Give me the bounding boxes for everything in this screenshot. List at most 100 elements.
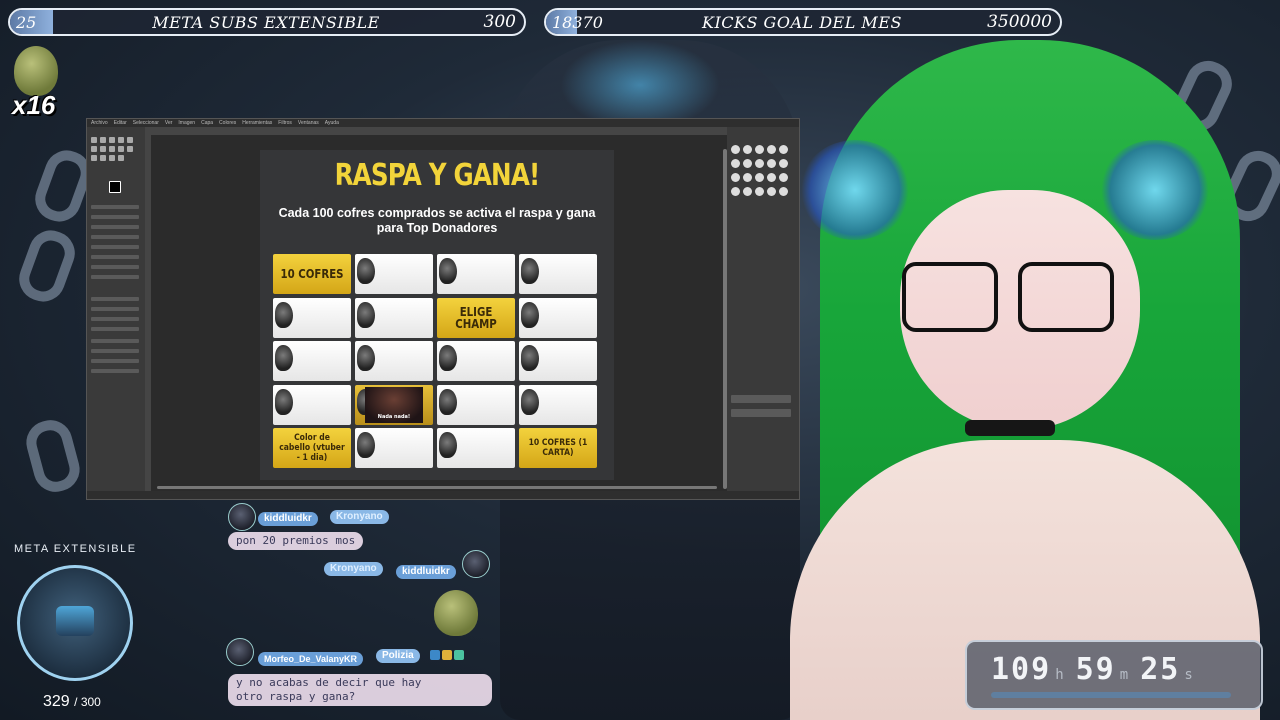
tool-option-row[interactable] — [91, 215, 139, 219]
meta-label: META EXTENSIBLE — [14, 543, 137, 555]
emote-combo-count: x16 — [12, 90, 56, 120]
vtuber-glasses-left — [902, 262, 998, 332]
brush-preset[interactable] — [779, 187, 788, 196]
tool-icon[interactable] — [100, 155, 106, 161]
brush-preset[interactable] — [731, 145, 740, 154]
scratch-card — [519, 341, 597, 381]
brush-preset[interactable] — [731, 159, 740, 168]
brush-preset[interactable] — [743, 173, 752, 182]
editor-menu-item[interactable]: Seleccionar — [133, 120, 159, 126]
scratch-blob-icon — [275, 301, 293, 328]
tool-icon[interactable] — [127, 137, 133, 143]
brush-preset[interactable] — [743, 187, 752, 196]
editor-menu-item[interactable]: Archivo — [91, 120, 108, 126]
editor-menu-item[interactable]: Imagen — [178, 120, 195, 126]
color-swatch[interactable] — [109, 181, 121, 193]
brush-preset[interactable] — [767, 145, 776, 154]
tool-option-row[interactable] — [91, 297, 139, 301]
brush-preset[interactable] — [779, 145, 788, 154]
tool-option-row[interactable] — [91, 255, 139, 259]
chat-avatar — [228, 503, 256, 531]
timer-minutes: 59 — [1075, 652, 1116, 687]
raspa-document: RASPA Y GANA! Cada 100 cofres comprados … — [260, 150, 614, 480]
emote-icon — [14, 46, 58, 96]
brushes-layers-dock[interactable] — [727, 127, 799, 491]
tool-option-row[interactable] — [91, 205, 139, 209]
chat-tag: Kronyano — [330, 510, 389, 524]
toolbox-dock[interactable] — [87, 127, 146, 491]
brush-preset[interactable] — [755, 159, 764, 168]
editor-menu-item[interactable]: Editar — [114, 120, 127, 126]
tool-option-row[interactable] — [91, 359, 139, 363]
chat-username: kiddluidkr — [258, 512, 318, 526]
tool-option-row[interactable] — [91, 327, 139, 331]
chat-avatar — [226, 638, 254, 666]
tool-icon[interactable] — [118, 146, 124, 152]
editor-menu-item[interactable]: Colores — [219, 120, 236, 126]
tool-option-row[interactable] — [91, 245, 139, 249]
background-glow — [560, 40, 720, 130]
tool-icon[interactable] — [100, 137, 106, 143]
scratch-card: Color de cabello (vtuber - 1 dia) — [273, 428, 351, 468]
tool-option-row[interactable] — [91, 275, 139, 279]
editor-menu-item[interactable]: Ver — [165, 120, 173, 126]
brush-preset[interactable] — [755, 173, 764, 182]
editor-menu-item[interactable]: Capa — [201, 120, 213, 126]
tool-icon[interactable] — [91, 146, 97, 152]
brush-preset[interactable] — [743, 159, 752, 168]
tool-option-row[interactable] — [91, 369, 139, 373]
editor-menu-item[interactable]: Ayuda — [325, 120, 339, 126]
scratch-card — [437, 384, 515, 425]
layer-row[interactable] — [731, 395, 791, 403]
badge-icon — [442, 650, 452, 660]
brush-preset[interactable] — [755, 187, 764, 196]
vtuber-glasses-right — [1018, 262, 1114, 332]
horizontal-scrollbar[interactable] — [157, 486, 717, 489]
scratch-blob-icon — [439, 388, 457, 415]
editor-menu-item[interactable]: Filtros — [278, 120, 292, 126]
meta-target: / 300 — [74, 695, 101, 709]
tool-icon[interactable] — [109, 146, 115, 152]
document-subtitle: Cada 100 cofres comprados se activa el r… — [278, 206, 596, 235]
brush-preset[interactable] — [779, 173, 788, 182]
tool-option-row[interactable] — [91, 349, 139, 353]
layer-row[interactable] — [731, 409, 791, 417]
editor-menu-item[interactable]: Ventanas — [298, 120, 319, 126]
tool-option-row[interactable] — [91, 317, 139, 321]
brush-preset[interactable] — [767, 173, 776, 182]
tool-option-row[interactable] — [91, 265, 139, 269]
editor-menubar[interactable]: Archivo Editar Seleccionar Ver Imagen Capa Col… — [87, 119, 799, 127]
card-label: ELIGE CHAMP — [455, 304, 497, 331]
tool-icon[interactable] — [109, 137, 115, 143]
brush-preset[interactable] — [743, 145, 752, 154]
scratch-card — [519, 254, 597, 294]
scratch-card — [273, 384, 351, 425]
tool-option-row[interactable] — [91, 307, 139, 311]
tool-icon[interactable] — [127, 146, 133, 152]
tool-icon[interactable] — [109, 155, 115, 161]
chat-tag: Polizia — [376, 649, 420, 663]
scratch-blob-icon — [275, 388, 293, 415]
tool-icon[interactable] — [91, 137, 97, 143]
editor-menu-item[interactable]: Herramientas — [242, 120, 272, 126]
brush-preset[interactable] — [767, 159, 776, 168]
tool-option-row[interactable] — [91, 235, 139, 239]
scratch-card — [519, 297, 597, 338]
brush-preset[interactable] — [767, 187, 776, 196]
brush-preset[interactable] — [731, 187, 740, 196]
tool-option-row[interactable] — [91, 339, 139, 343]
tool-icon[interactable] — [91, 155, 97, 161]
meta-current: 329 — [43, 693, 70, 710]
brush-preset[interactable] — [755, 145, 764, 154]
kicks-goal-target: 350000 — [987, 12, 1052, 32]
scratch-card — [437, 341, 515, 381]
brush-preset[interactable] — [731, 173, 740, 182]
tool-icon[interactable] — [118, 155, 124, 161]
brush-preset[interactable] — [779, 159, 788, 168]
chat-message: y no acabas de decir que hay otro raspa … — [228, 674, 492, 706]
background-chain — [21, 415, 85, 497]
chat-badges — [430, 650, 464, 660]
tool-icon[interactable] — [100, 146, 106, 152]
tool-icon[interactable] — [118, 137, 124, 143]
tool-option-row[interactable] — [91, 225, 139, 229]
